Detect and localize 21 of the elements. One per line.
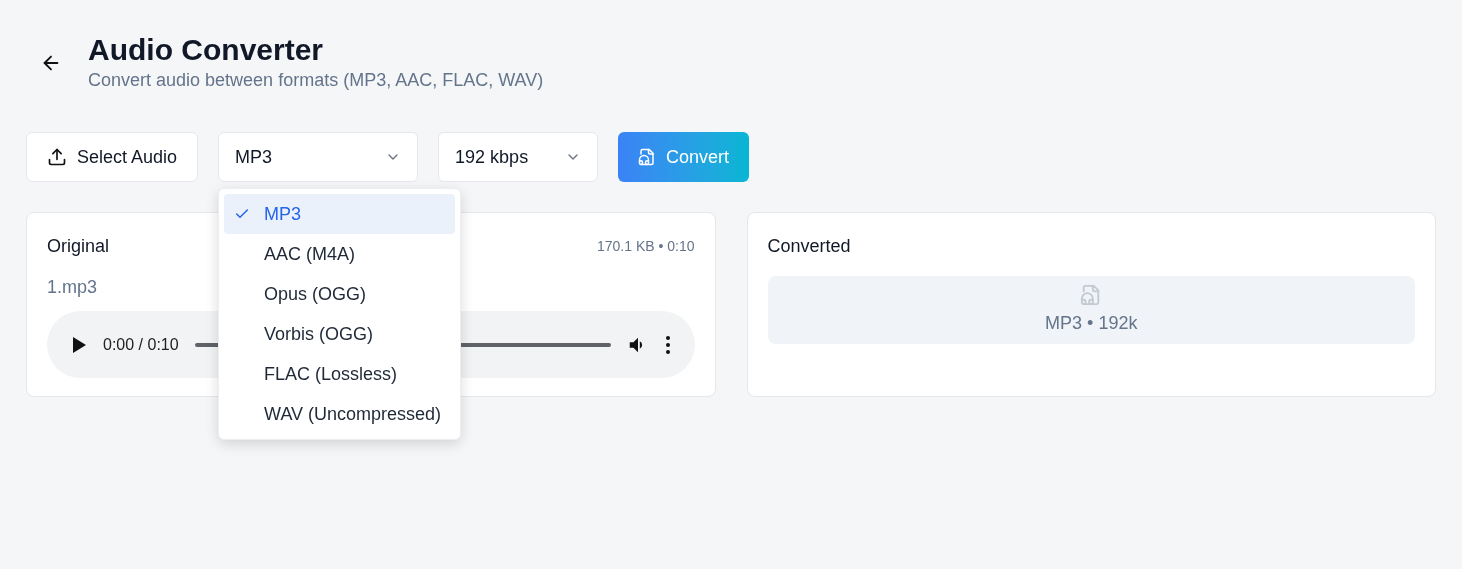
file-meta: 170.1 KB • 0:10 <box>596 237 695 256</box>
more-options-icon[interactable] <box>664 334 671 355</box>
format-option[interactable]: MP3 <box>224 194 456 234</box>
format-option[interactable]: Vorbis (OGG) <box>224 314 456 354</box>
page-subtitle: Convert audio between formats (MP3, AAC, FLAC, WAV) <box>88 69 544 92</box>
time-display: 0:00 / 0:10 <box>103 334 179 355</box>
audio-file-icon <box>638 148 657 166</box>
format-option[interactable]: WAV (Uncompressed) <box>224 394 456 434</box>
format-select[interactable]: MP3 <box>218 132 419 182</box>
page-title: Audio Converter <box>88 32 325 68</box>
upload-icon <box>47 147 67 167</box>
select-audio-button[interactable]: Select Audio <box>26 132 199 182</box>
card-title: Original <box>47 235 110 258</box>
bitrate-select[interactable]: 192 kbps <box>438 132 599 182</box>
play-icon[interactable] <box>71 335 87 354</box>
format-option[interactable]: FLAC (Lossless) <box>224 354 456 394</box>
card-title: Converted <box>767 236 851 256</box>
format-option[interactable]: AAC (M4A) <box>224 234 456 274</box>
format-option[interactable]: Opus (OGG) <box>224 274 456 314</box>
placeholder-text: MP3 • 192k <box>1045 311 1138 335</box>
file-name: 1.mp3 <box>47 276 98 299</box>
